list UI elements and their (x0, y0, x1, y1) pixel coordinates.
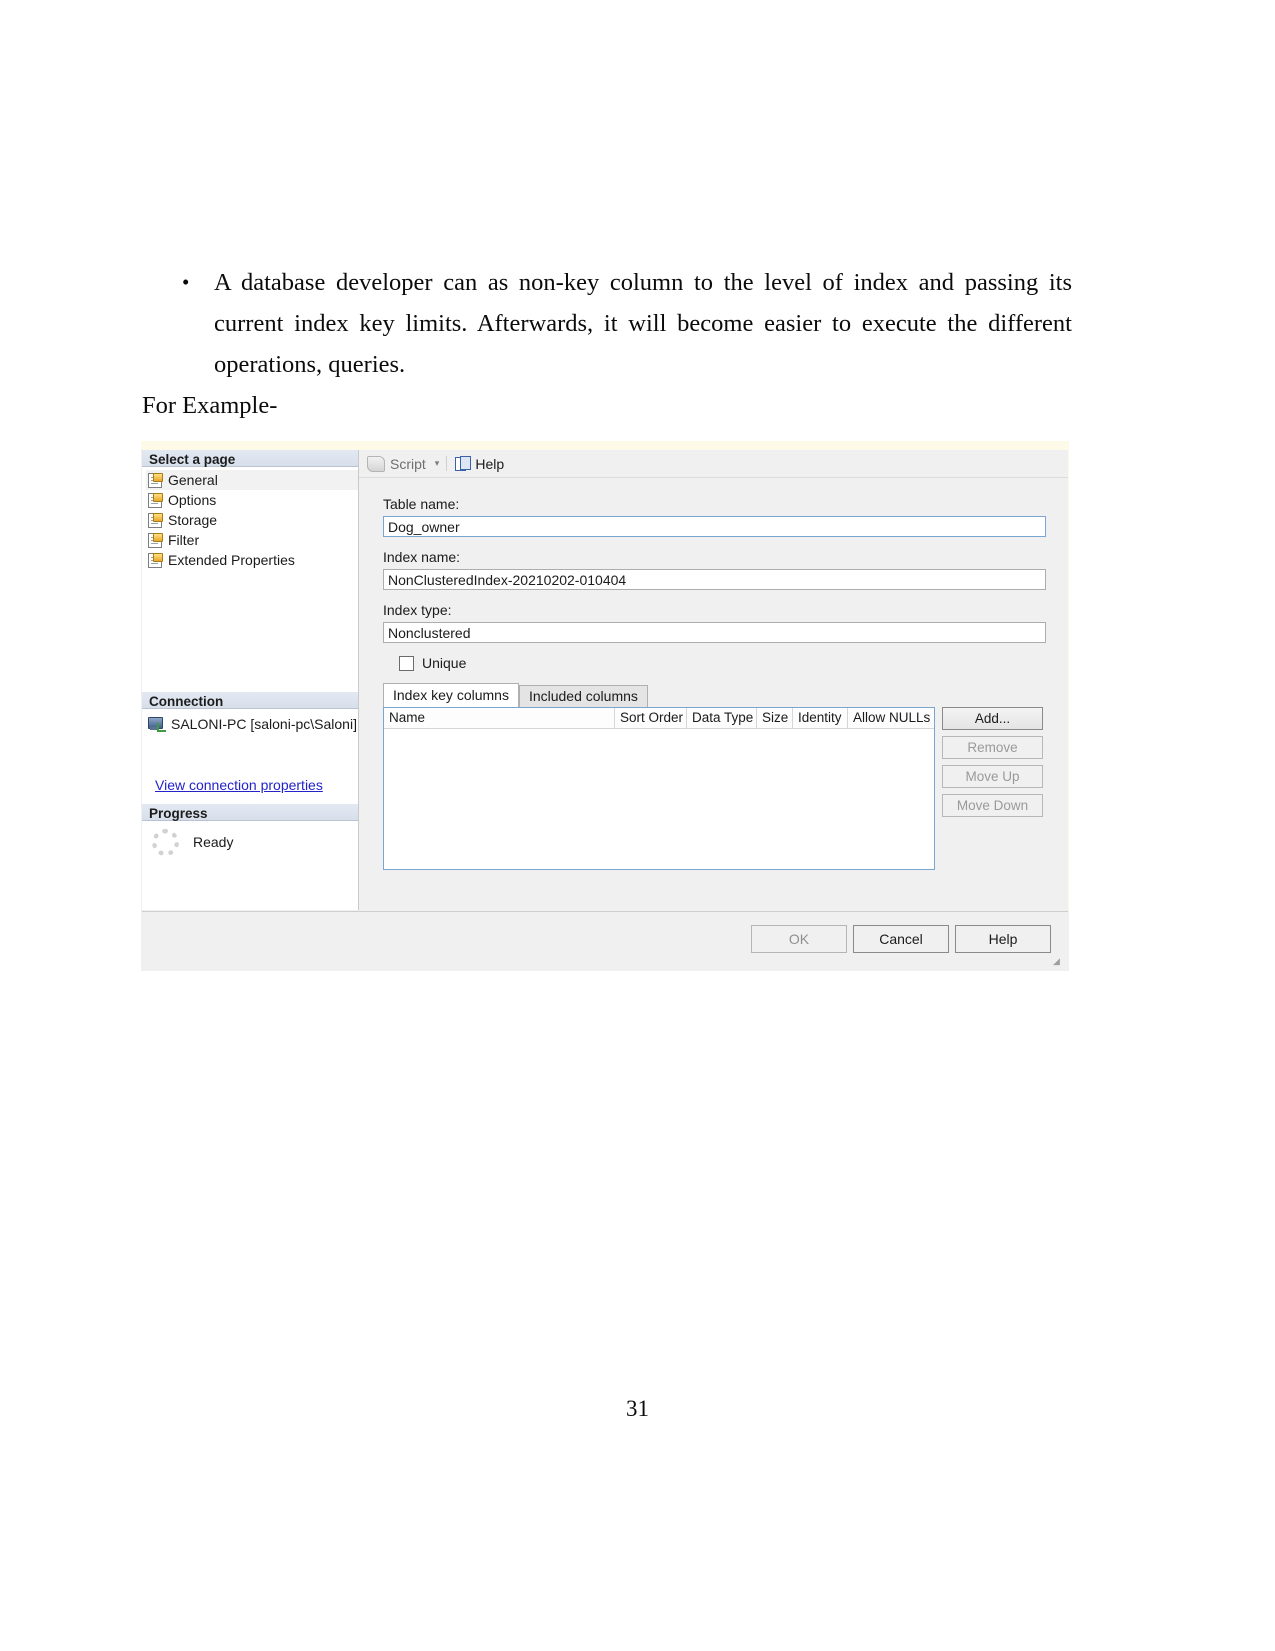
list-item: • A database developer can as non-key co… (182, 262, 1072, 385)
column-header-data-type[interactable]: Data Type (687, 708, 757, 729)
column-header-size[interactable]: Size (757, 708, 793, 729)
connection-header: Connection (142, 692, 358, 709)
index-columns-grid[interactable]: Name Sort Order Data Type Size Identity … (383, 707, 935, 870)
document-body: • A database developer can as non-key co… (142, 262, 1072, 426)
view-connection-properties-link[interactable]: View connection properties (155, 777, 323, 793)
connection-body: SALONI-PC [saloni-pc\Saloni] View connec… (142, 709, 358, 795)
server-icon (148, 716, 166, 732)
page-properties-icon (148, 513, 163, 528)
add-button[interactable]: Add... (942, 707, 1043, 730)
grid-side-buttons: Add... Remove Move Up Move Down (942, 707, 1043, 817)
page-properties-icon (148, 493, 163, 508)
grid-and-buttons: Name Sort Order Data Type Size Identity … (383, 707, 1068, 870)
unique-checkbox[interactable] (399, 655, 414, 671)
tab-included-columns[interactable]: Included columns (518, 685, 648, 707)
dialog-toolbar: Script ▾ Help (359, 450, 1068, 478)
unique-checkbox-row[interactable]: Unique (399, 655, 1068, 671)
page-properties-icon (148, 553, 163, 568)
sidebar-item-extended-properties[interactable]: Extended Properties (146, 550, 358, 570)
tab-index-key-columns[interactable]: Index key columns (383, 683, 519, 707)
new-index-dialog: Select a page General Options Storage Fi… (141, 441, 1069, 971)
dialog-footer-buttons: OK Cancel Help (751, 925, 1051, 953)
index-form: Table name: Dog_owner Index name: NonClu… (359, 478, 1068, 870)
sidebar-item-label: Storage (168, 512, 218, 528)
table-name-input[interactable]: Dog_owner (383, 516, 1046, 537)
script-icon (367, 455, 385, 472)
chevron-down-icon[interactable]: ▾ (435, 458, 440, 469)
help-icon (455, 456, 472, 471)
bullet-text: A database developer can as non-key colu… (214, 269, 1072, 378)
help-toolbar-button[interactable]: Help (455, 456, 504, 472)
move-up-button[interactable]: Move Up (942, 765, 1043, 788)
index-type-select[interactable]: Nonclustered (383, 622, 1046, 643)
sidebar-item-filter[interactable]: Filter (146, 530, 358, 550)
index-name-input[interactable]: NonClusteredIndex-20210202-010404 (383, 569, 1046, 590)
help-button[interactable]: Help (955, 925, 1051, 953)
column-header-sort-order[interactable]: Sort Order (615, 708, 687, 729)
select-page-pane: Select a page General Options Storage Fi… (142, 450, 359, 910)
for-example-label: For Example- (142, 392, 278, 419)
help-button-label: Help (475, 455, 505, 472)
page-properties-icon (148, 533, 163, 548)
cancel-button[interactable]: Cancel (853, 925, 949, 953)
resize-grip-icon[interactable]: ◢ (1053, 957, 1063, 967)
sidebar-item-general[interactable]: General (146, 470, 358, 490)
column-header-allow-nulls[interactable]: Allow NULLs (848, 708, 934, 729)
column-header-identity[interactable]: Identity (793, 708, 848, 729)
move-down-button[interactable]: Move Down (942, 794, 1043, 817)
sidebar-item-label: Extended Properties (168, 552, 295, 568)
sidebar-item-label: General (168, 472, 218, 488)
progress-row: Ready (152, 827, 358, 857)
progress-header: Progress (142, 804, 358, 821)
script-button[interactable]: Script (367, 455, 426, 472)
select-page-header: Select a page (142, 450, 358, 467)
sidebar-item-label: Options (168, 492, 217, 508)
sidebar-item-options[interactable]: Options (146, 490, 358, 510)
column-header-name[interactable]: Name (384, 708, 615, 729)
progress-body: Ready (142, 821, 358, 857)
progress-status-label: Ready (193, 834, 234, 850)
page-number: 31 (626, 1396, 649, 1421)
columns-tabstrip: Index key columns Included columns (383, 683, 1068, 707)
index-name-label: Index name: (383, 549, 461, 565)
grid-header-row: Name Sort Order Data Type Size Identity … (384, 708, 934, 729)
ok-button[interactable]: OK (751, 925, 847, 953)
page-properties-icon (148, 473, 163, 488)
sidebar-item-label: Filter (168, 532, 200, 548)
spinner-icon (152, 828, 179, 856)
dialog-content-pane: Script ▾ Help Table name: Dog_owner Inde… (359, 450, 1068, 910)
table-name-label: Table name: (383, 496, 460, 512)
index-type-label: Index type: (383, 602, 452, 618)
connection-server-row: SALONI-PC [saloni-pc\Saloni] (148, 713, 358, 735)
unique-checkbox-label: Unique (422, 655, 467, 671)
sidebar-item-storage[interactable]: Storage (146, 510, 358, 530)
bullet-marker-icon: • (182, 270, 190, 294)
dialog-footer: OK Cancel Help ◢ (142, 911, 1068, 971)
connection-server-label: SALONI-PC [saloni-pc\Saloni] (171, 716, 357, 732)
remove-button[interactable]: Remove (942, 736, 1043, 759)
page-list: General Options Storage Filter Extended … (142, 467, 358, 570)
bullet-list: • A database developer can as non-key co… (142, 262, 1072, 385)
script-button-label: Script (390, 455, 426, 472)
toolbar-separator (446, 456, 448, 471)
